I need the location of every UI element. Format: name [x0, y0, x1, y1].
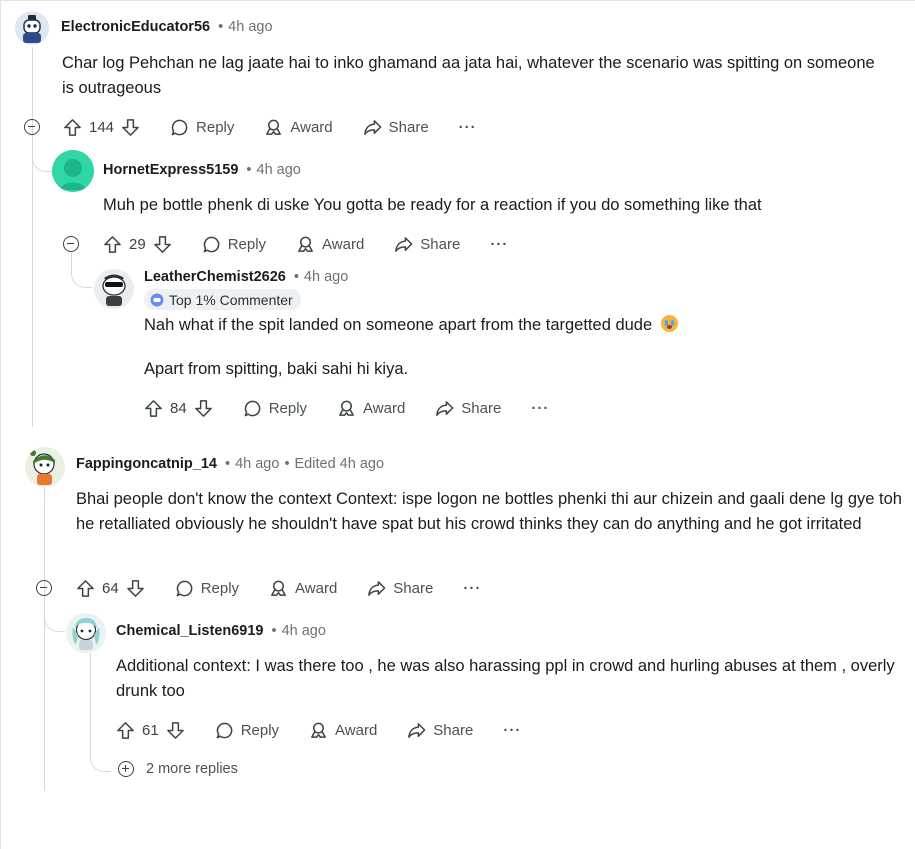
- speech-bubble-icon: [202, 235, 221, 254]
- reply-button[interactable]: Reply: [215, 721, 279, 740]
- speech-bubble-icon: [170, 118, 189, 137]
- share-arrow-icon: [363, 118, 382, 137]
- share-button[interactable]: Share: [435, 399, 501, 418]
- vote-count: 64: [102, 579, 119, 597]
- comment-thread: ElectronicEducator56 • 4h ago Char log P…: [0, 0, 915, 849]
- reply-button[interactable]: Reply: [170, 118, 234, 137]
- vote-count: 29: [129, 235, 146, 253]
- award-icon: [309, 721, 328, 740]
- share-button[interactable]: Share: [367, 579, 433, 598]
- award-icon: [337, 399, 356, 418]
- share-arrow-icon: [407, 721, 426, 740]
- plus-circle-icon: [118, 761, 134, 777]
- reply-button[interactable]: Reply: [202, 235, 266, 254]
- username[interactable]: ElectronicEducator56: [61, 19, 210, 35]
- avatar[interactable]: [25, 447, 65, 487]
- arrow-up-icon[interactable]: [103, 235, 122, 254]
- award-button[interactable]: Award: [269, 579, 337, 598]
- share-button[interactable]: Share: [363, 118, 429, 137]
- collapse-button[interactable]: [24, 119, 40, 135]
- comment-body: Nah what if the spit landed on someone a…: [144, 313, 884, 338]
- username[interactable]: Fappingoncatnip_14: [76, 456, 217, 472]
- collapse-button[interactable]: [63, 236, 79, 252]
- more-options-button[interactable]: ···: [503, 722, 521, 739]
- comment-body: Apart from spitting, baki sahi hi kiya.: [144, 360, 409, 378]
- arrow-up-icon[interactable]: [63, 118, 82, 137]
- more-options-button[interactable]: ···: [459, 119, 477, 136]
- share-button[interactable]: Share: [407, 721, 473, 740]
- arrow-down-icon[interactable]: [126, 579, 145, 598]
- username[interactable]: LeatherChemist2626: [144, 269, 286, 285]
- award-button[interactable]: Award: [337, 399, 405, 418]
- vote-count: 61: [142, 721, 159, 739]
- edited-label: Edited 4h ago: [294, 456, 385, 472]
- commenter-badge-icon: [150, 293, 164, 306]
- vote-count: 144: [89, 118, 115, 136]
- speech-bubble-icon: [175, 579, 194, 598]
- reply-button[interactable]: Reply: [243, 399, 307, 418]
- award-button[interactable]: Award: [296, 235, 364, 254]
- award-button[interactable]: Award: [309, 721, 377, 740]
- arrow-down-icon[interactable]: [194, 399, 213, 418]
- comment-body: Bhai people don't know the context Conte…: [76, 490, 902, 533]
- arrow-up-icon[interactable]: [76, 579, 95, 598]
- award-icon: [264, 118, 283, 137]
- comment-body: Char log Pehchan ne lag jaate hai to ink…: [62, 54, 875, 97]
- avatar[interactable]: [66, 613, 106, 653]
- avatar[interactable]: [94, 269, 134, 309]
- arrow-up-icon[interactable]: [116, 721, 135, 740]
- more-options-button[interactable]: ···: [463, 580, 481, 597]
- speech-bubble-icon: [243, 399, 262, 418]
- share-arrow-icon: [435, 399, 454, 418]
- speech-bubble-icon: [215, 721, 234, 740]
- username[interactable]: Chemical_Listen6919: [116, 623, 264, 639]
- avatar[interactable]: [52, 150, 94, 192]
- award-icon: [296, 235, 315, 254]
- share-arrow-icon: [394, 235, 413, 254]
- share-button[interactable]: Share: [394, 235, 460, 254]
- award-icon: [269, 579, 288, 598]
- timestamp: 4h ago: [256, 162, 301, 178]
- crying-face-emoji-icon: [660, 315, 678, 332]
- username[interactable]: HornetExpress5159: [103, 162, 238, 178]
- avatar[interactable]: [15, 11, 49, 45]
- timestamp: 4h ago: [281, 623, 326, 639]
- more-options-button[interactable]: ···: [531, 400, 549, 417]
- timestamp: 4h ago: [235, 456, 280, 472]
- arrow-down-icon[interactable]: [166, 721, 185, 740]
- vote-count: 84: [170, 399, 187, 417]
- more-options-button[interactable]: ···: [490, 236, 508, 253]
- comment-body: Additional context: I was there too , he…: [116, 657, 895, 700]
- reply-button[interactable]: Reply: [175, 579, 239, 598]
- timestamp: 4h ago: [303, 269, 349, 285]
- comment-body: Muh pe bottle phenk di uske You gotta be…: [103, 196, 762, 214]
- share-arrow-icon: [367, 579, 386, 598]
- award-button[interactable]: Award: [264, 118, 333, 137]
- timestamp: 4h ago: [228, 19, 273, 35]
- collapse-button[interactable]: [36, 580, 52, 596]
- arrow-up-icon[interactable]: [144, 399, 163, 418]
- arrow-down-icon[interactable]: [121, 118, 140, 137]
- more-replies-link[interactable]: 2 more replies: [118, 761, 238, 777]
- arrow-down-icon[interactable]: [153, 235, 172, 254]
- top-commenter-badge: Top 1% Commenter: [144, 289, 301, 310]
